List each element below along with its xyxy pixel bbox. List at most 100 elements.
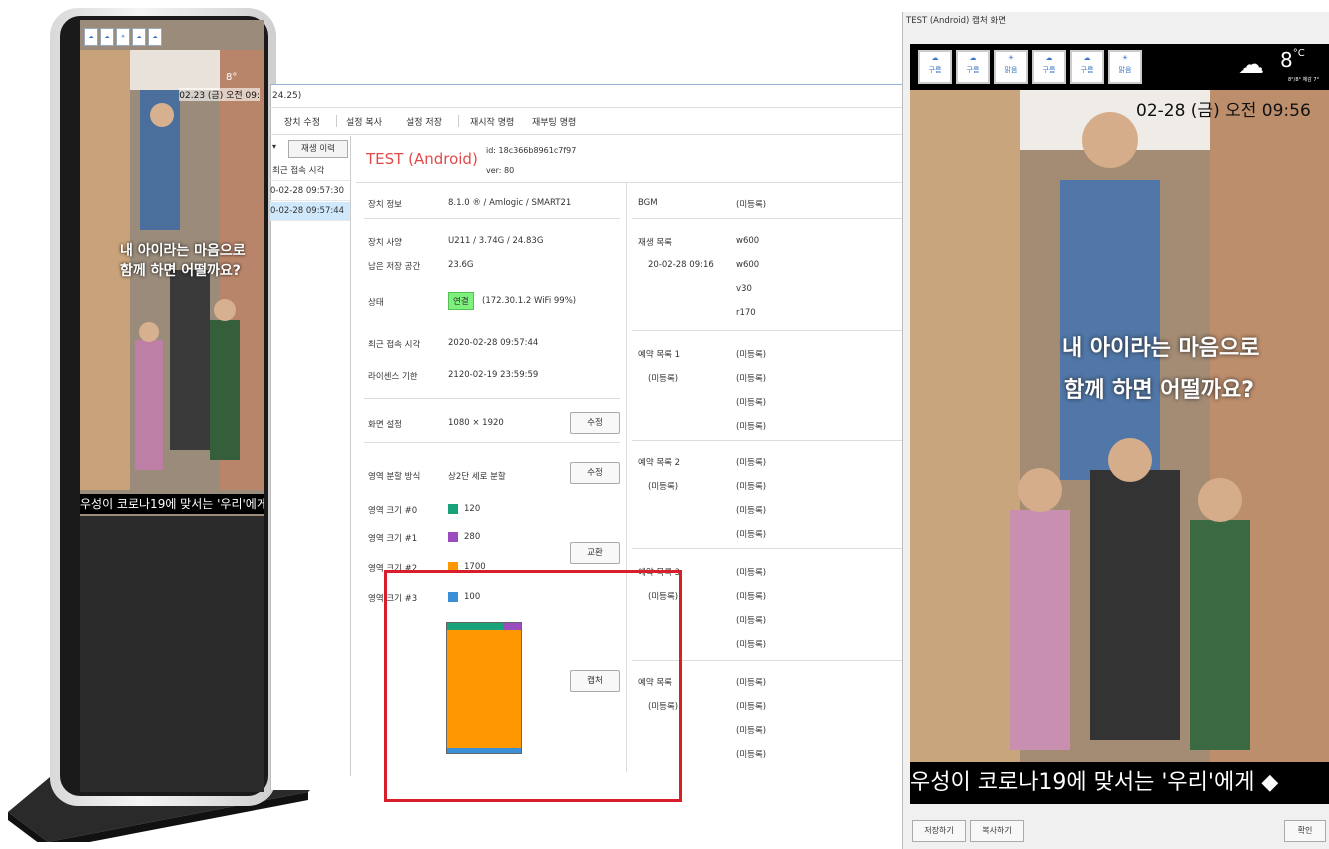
kiosk-weather-box: ☁ bbox=[84, 28, 98, 46]
area-0-swatch bbox=[448, 504, 458, 514]
playlist-time: 20-02-28 09:16 bbox=[648, 260, 714, 270]
label-playlist: 재생 목록 bbox=[638, 238, 672, 248]
edit-split-button[interactable]: 수정 bbox=[570, 462, 620, 484]
schedule-1-value: (미등록) bbox=[736, 374, 767, 384]
toolbar-copy-settings[interactable]: 설정 복사 bbox=[346, 115, 382, 128]
ok-button[interactable]: 확인 bbox=[1284, 820, 1326, 842]
label-bgm: BGM bbox=[638, 198, 658, 208]
kiosk-weather-box: ☁ bbox=[148, 28, 162, 46]
kiosk-weather-box: ☁ bbox=[132, 28, 146, 46]
weather-box: ☁ 구름 bbox=[956, 50, 990, 84]
kiosk-weather-box: ☁ bbox=[100, 28, 114, 46]
schedule-3-value: (미등록) bbox=[736, 640, 767, 650]
capture-overlay-line1: 내 아이라는 마음으로 bbox=[1062, 336, 1260, 361]
weather-box: ☀ 맑음 bbox=[994, 50, 1028, 84]
label-license: 라이센스 기한 bbox=[368, 372, 418, 382]
schedule-1-value: (미등록) bbox=[736, 398, 767, 408]
value-screen-setting: 1080 × 1920 bbox=[448, 418, 504, 428]
toolbar-edit-device[interactable]: 장치 수정 bbox=[284, 115, 320, 128]
copy-button[interactable]: 복사하기 bbox=[970, 820, 1024, 842]
schedule-2-value: (미등록) bbox=[736, 482, 767, 492]
playlist-item: r170 bbox=[736, 308, 756, 318]
value-area-0: 120 bbox=[464, 504, 481, 514]
schedule-3-value: (미등록) bbox=[736, 592, 767, 602]
area-1-swatch bbox=[448, 532, 458, 542]
weather-box: ☁ 구름 bbox=[918, 50, 952, 84]
playlist-item: w600 bbox=[736, 260, 760, 270]
list-header[interactable]: 최근 접속 시각 bbox=[270, 162, 352, 181]
value-device-spec: U211 / 3.74G / 24.83G bbox=[448, 236, 544, 246]
schedule-3-value: (미등록) bbox=[736, 616, 767, 626]
device-history-list: ▾ 재생 이력 최근 접속 시각 0-02-28 09:57:30 0-02-2… bbox=[270, 136, 352, 776]
capture-temperature: 8°C bbox=[1280, 48, 1305, 72]
label-schedule-1: 예약 목록 1 bbox=[638, 350, 681, 360]
schedule-1-value: (미등록) bbox=[736, 350, 767, 360]
admin-title: 24.25) bbox=[270, 84, 912, 107]
kiosk-date: 02.23 (금) 오전 09: bbox=[179, 88, 260, 101]
kiosk-overlay-line1: 내 아이라는 마음으로 bbox=[120, 243, 246, 259]
kiosk-temperature: 8° bbox=[226, 72, 238, 83]
swap-area-button[interactable]: 교환 bbox=[570, 542, 620, 564]
label-screen-setting: 화면 설정 bbox=[368, 420, 402, 430]
kiosk-ticker: 우성이 코로나19에 맞서는 '우리'에게 ◆ bbox=[80, 494, 264, 514]
label-schedule-2: 예약 목록 2 bbox=[638, 458, 681, 468]
schedule-1-value: (미등록) bbox=[736, 422, 767, 432]
toolbar-save-settings[interactable]: 설정 저장 bbox=[406, 115, 442, 128]
label-device-spec: 장치 사양 bbox=[368, 238, 402, 248]
schedule-3-value: (미등록) bbox=[736, 568, 767, 578]
value-license: 2120-02-19 23:59:59 bbox=[448, 370, 539, 380]
label-area-0: 영역 크기 #0 bbox=[368, 506, 418, 516]
label-status: 상태 bbox=[368, 298, 384, 308]
weather-box: ☁ 구름 bbox=[1070, 50, 1104, 84]
highlight-box bbox=[384, 570, 682, 802]
weather-box: ☁ 구름 bbox=[1032, 50, 1066, 84]
admin-toolbar: 장치 수정 설정 복사 설정 저장 재시작 명령 재부팅 명령 bbox=[270, 107, 906, 135]
kiosk-overlay-line2: 함께 하면 어떨까요? bbox=[120, 263, 241, 279]
schedule-4-value: (미등록) bbox=[736, 726, 767, 736]
device-name: TEST (Android) bbox=[366, 150, 478, 168]
capture-temperature-detail: 8°/8° 체감 7° bbox=[1288, 77, 1320, 83]
schedule-2-value: (미등록) bbox=[736, 458, 767, 468]
label-area-1: 영역 크기 #1 bbox=[368, 534, 418, 544]
list-row[interactable]: 0-02-28 09:57:30 bbox=[270, 182, 350, 201]
dropdown-arrow-icon[interactable]: ▾ bbox=[272, 142, 276, 151]
schedule-2-value: (미등록) bbox=[736, 506, 767, 516]
kiosk-lower-panel bbox=[80, 516, 264, 792]
playback-history-button[interactable]: 재생 이력 bbox=[288, 140, 348, 158]
value-status: (172.30.1.2 WiFi 99%) bbox=[482, 296, 577, 306]
capture-window-title: TEST (Android) 캡처 화면 bbox=[906, 16, 1007, 26]
capture-scene-image bbox=[910, 90, 1329, 762]
label-free-storage: 남은 저장 공간 bbox=[368, 262, 421, 272]
schedule-2-value: (미등록) bbox=[736, 530, 767, 540]
schedule-2-sub: (미등록) bbox=[648, 482, 679, 492]
toolbar-restart[interactable]: 재시작 명령 bbox=[470, 115, 514, 128]
toolbar-separator bbox=[336, 115, 337, 127]
toolbar-reboot[interactable]: 재부팅 명령 bbox=[532, 115, 576, 128]
value-split-mode: 상2단 세로 분할 bbox=[448, 472, 506, 482]
value-last-connect: 2020-02-28 09:57:44 bbox=[448, 338, 539, 348]
cloud-icon: ☁ bbox=[1238, 50, 1264, 80]
kiosk-weather-box: ☀ bbox=[116, 28, 130, 46]
playlist-item: w600 bbox=[736, 236, 760, 246]
weather-box: ☀ 맑음 bbox=[1108, 50, 1142, 84]
save-button[interactable]: 저장하기 bbox=[912, 820, 966, 842]
value-area-1: 280 bbox=[464, 532, 481, 542]
capture-overlay-line2: 함께 하면 어떨까요? bbox=[1064, 378, 1255, 403]
value-free-storage: 23.6G bbox=[448, 260, 474, 270]
device-version: ver: 80 bbox=[486, 166, 515, 175]
label-device-info: 장치 정보 bbox=[368, 200, 402, 210]
edit-screen-button[interactable]: 수정 bbox=[570, 412, 620, 434]
kiosk-screen: ☁ ☁ ☀ ☁ ☁ 8° 02.23 (금) 오전 09: 내 아이라는 마음으… bbox=[80, 20, 264, 516]
schedule-4-value: (미등록) bbox=[736, 702, 767, 712]
toolbar-separator bbox=[458, 115, 459, 127]
list-row-selected[interactable]: 0-02-28 09:57:44 bbox=[270, 202, 350, 221]
value-bgm: (미등록) bbox=[736, 200, 767, 210]
device-id: id: 18c366b8961c7f97 bbox=[486, 146, 577, 155]
capture-date: 02-28 (금) 오전 09:56 bbox=[1136, 101, 1311, 121]
capture-ticker: 우성이 코로나19에 맞서는 '우리'에게 ◆ bbox=[910, 762, 1329, 804]
schedule-4-value: (미등록) bbox=[736, 678, 767, 688]
schedule-1-sub: (미등록) bbox=[648, 374, 679, 384]
status-badge: 연결 bbox=[448, 292, 474, 310]
schedule-4-value: (미등록) bbox=[736, 750, 767, 760]
label-last-connect: 최근 접속 시각 bbox=[368, 340, 421, 350]
